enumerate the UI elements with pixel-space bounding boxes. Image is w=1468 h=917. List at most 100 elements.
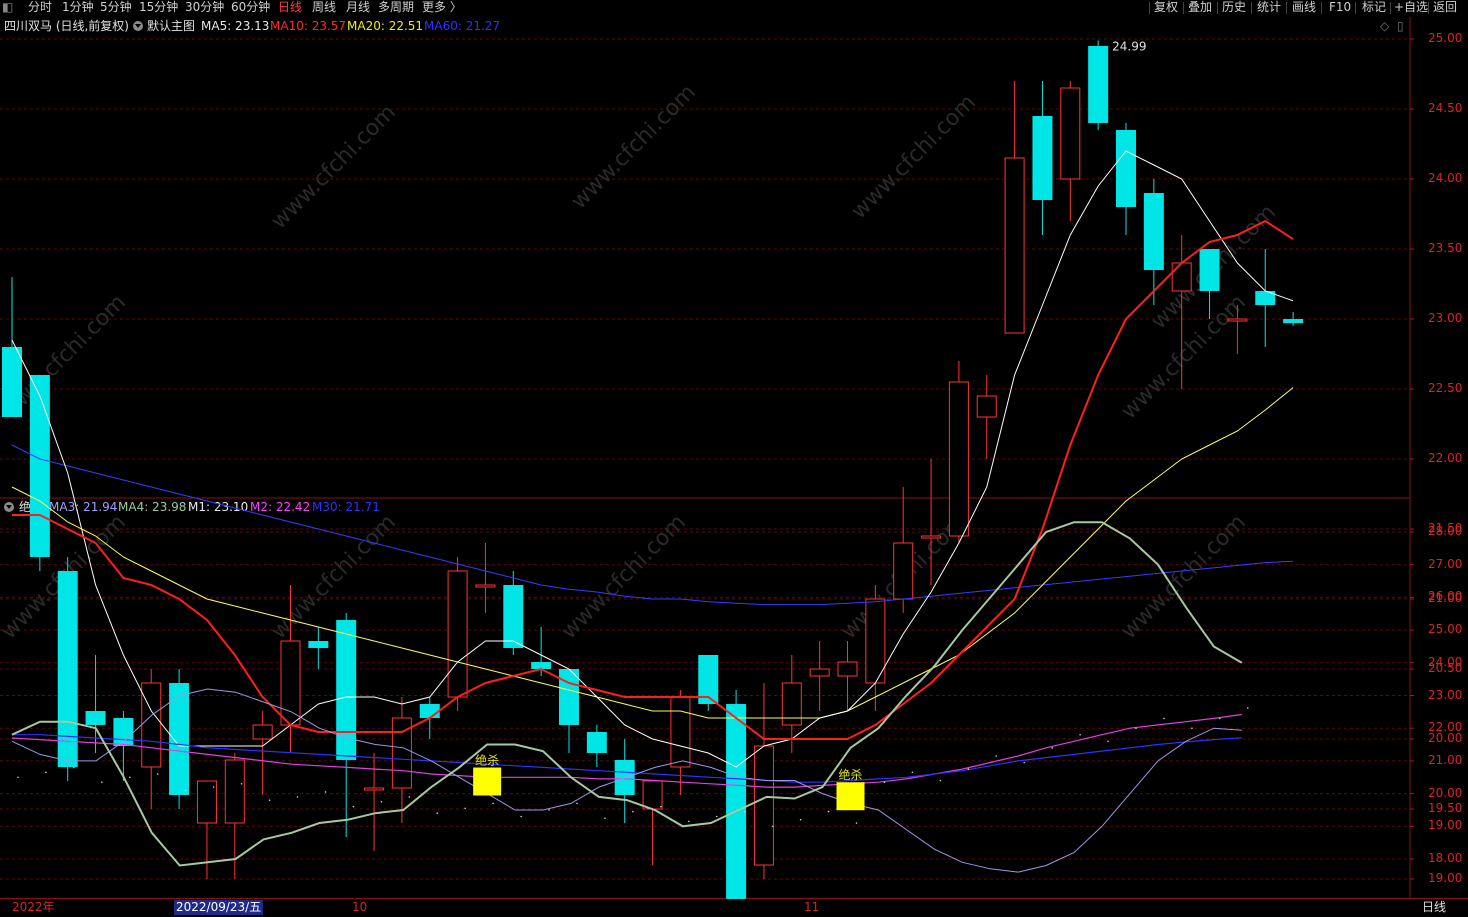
candle-body bbox=[141, 682, 162, 768]
candle-body bbox=[837, 661, 858, 677]
ind-m1-dot bbox=[715, 815, 718, 818]
watermark-text: www.cfchi.com bbox=[267, 510, 401, 644]
kill-signal-label: 绝杀 bbox=[475, 753, 499, 768]
tab-daily[interactable]: 日线 bbox=[278, 0, 302, 16]
high-price-label: 24.99 bbox=[1112, 39, 1146, 53]
price-tick-label: 22.50 bbox=[1428, 381, 1463, 395]
divider bbox=[1183, 2, 1184, 14]
tab-multi-period[interactable]: 多周期 bbox=[378, 0, 414, 16]
watermark-text: www.cfchi.com bbox=[1147, 200, 1281, 334]
indicator-tick-label: 19.00 bbox=[1428, 818, 1463, 833]
candle-body bbox=[1171, 262, 1192, 292]
tab-monthly[interactable]: 月线 bbox=[346, 0, 370, 16]
tab-weekly[interactable]: 周线 bbox=[312, 0, 336, 16]
indicator-tick-label: 27.00 bbox=[1428, 556, 1463, 571]
ind-m1-dot bbox=[1023, 761, 1025, 764]
template-name[interactable]: 默认主图 bbox=[147, 17, 195, 35]
ind-m1-dot bbox=[548, 809, 550, 811]
settings-diamond-icon[interactable]: ◇ bbox=[1380, 17, 1389, 35]
candle-body bbox=[1227, 318, 1248, 322]
ind-m1-dot bbox=[576, 802, 578, 805]
candle-body bbox=[29, 375, 50, 557]
price-tick-label: 19.00 bbox=[1428, 871, 1463, 885]
ind-ma4-value: MA4: 23.98 bbox=[118, 500, 187, 514]
watermark-text: www.cfchi.com bbox=[557, 510, 691, 644]
candle-body bbox=[809, 668, 830, 677]
price-tick-label: 22.00 bbox=[1428, 451, 1463, 465]
draw-line-button[interactable]: 画线 bbox=[1292, 0, 1316, 16]
main-legend: 四川双马 (日线,前复权) 默认主图 MA5: 23.13 MA10: 23.5… bbox=[0, 17, 1410, 35]
panel-toggle-icon[interactable]: ▯ bbox=[1397, 17, 1404, 35]
template-dropdown-icon[interactable] bbox=[133, 21, 143, 31]
stats-button[interactable]: 统计 bbox=[1257, 0, 1281, 16]
price-tick-label: 25.00 bbox=[1428, 31, 1463, 45]
candle-body bbox=[85, 711, 106, 725]
tab-15min[interactable]: 15分钟 bbox=[139, 0, 178, 16]
divider bbox=[1149, 2, 1150, 14]
price-tick-label: 24.50 bbox=[1428, 101, 1463, 115]
candle-body bbox=[1283, 319, 1304, 324]
watermark-text: www.cfchi.com bbox=[567, 80, 701, 214]
ma60-line bbox=[11, 444, 1294, 606]
ind-m2-value: M2: 22.42 bbox=[250, 500, 311, 514]
candle-body bbox=[1116, 130, 1136, 207]
f10-button[interactable]: F10 bbox=[1329, 0, 1351, 16]
ind-m1-dot bbox=[45, 771, 47, 774]
mark-button[interactable]: 标记 bbox=[1362, 0, 1386, 16]
indicator-tick-label: 18.00 bbox=[1428, 851, 1463, 865]
tab-5min[interactable]: 5分钟 bbox=[100, 0, 132, 16]
ind-m1-dot bbox=[967, 768, 970, 770]
ind-m1-dot bbox=[1107, 740, 1109, 743]
stock-title: 四川双马 (日线,前复权) bbox=[4, 19, 129, 33]
ind-m1-dot bbox=[408, 796, 411, 798]
ma60-value: MA60: 21.27 bbox=[424, 19, 501, 33]
watermark-text: www.cfchi.com bbox=[837, 510, 971, 644]
candle-body bbox=[391, 717, 412, 789]
price-tick-label: 23.00 bbox=[1428, 311, 1463, 325]
ind-m1-dot bbox=[1163, 717, 1165, 720]
add-watchlist-button[interactable]: +自选 bbox=[1394, 0, 1428, 16]
ind-m1-dot bbox=[352, 805, 355, 808]
ind-ma4-line bbox=[11, 688, 1242, 873]
ind-m1-dot bbox=[129, 776, 131, 779]
overlay-button[interactable]: 叠加 bbox=[1188, 0, 1212, 16]
tab-fenshi[interactable]: 分时 bbox=[28, 0, 52, 16]
tab-more[interactable]: 更多 〉 bbox=[422, 0, 462, 16]
indicator-tick-label: 23.00 bbox=[1428, 687, 1463, 702]
ind-m1-dot bbox=[464, 807, 467, 810]
kline-chart: www.cfchi.com www.cfchi.com www.cfchi.com w… bbox=[0, 17, 1468, 914]
panel-menu-icon[interactable]: ◧ bbox=[2, 0, 13, 16]
candle-body bbox=[921, 535, 942, 539]
tab-60min[interactable]: 60分钟 bbox=[231, 0, 270, 16]
ind-m1-dot bbox=[1247, 707, 1249, 709]
candle-body bbox=[503, 585, 524, 648]
candle-body bbox=[614, 760, 635, 795]
candle-body bbox=[1199, 249, 1220, 291]
history-button[interactable]: 历史 bbox=[1222, 0, 1246, 16]
candle-body bbox=[1143, 193, 1164, 270]
ind-m1-value: M1: 23.10 bbox=[188, 500, 249, 514]
candle-body bbox=[1060, 87, 1081, 180]
candle-body bbox=[280, 640, 301, 726]
kill-signal-box bbox=[473, 767, 502, 796]
ind-ma3-line bbox=[11, 521, 1243, 867]
tab-1min[interactable]: 1分钟 bbox=[62, 0, 94, 16]
price-tick-label: 19.50 bbox=[1428, 801, 1463, 815]
ind-m1-dot bbox=[771, 825, 774, 828]
kill-signal-box bbox=[836, 782, 865, 811]
back-button[interactable]: 返回 bbox=[1433, 0, 1457, 16]
year-label: 2022年 bbox=[12, 900, 55, 914]
tab-30min[interactable]: 30分钟 bbox=[185, 0, 224, 16]
ind-m1-dot bbox=[939, 779, 942, 782]
divider bbox=[1390, 2, 1391, 14]
ma5-value: MA5: 23.13 bbox=[201, 19, 270, 33]
divider bbox=[1428, 2, 1429, 14]
fuquan-button[interactable]: 复权 bbox=[1154, 0, 1178, 16]
indicator-legend: 绝杀 MA3: 21.94 MA4: 23.98 M1: 23.10 M2: 2… bbox=[0, 498, 1410, 516]
indicator-name[interactable]: 绝杀 bbox=[19, 498, 43, 516]
candle-body bbox=[447, 570, 468, 698]
ind-m1-dot bbox=[492, 802, 494, 805]
indicator-dropdown-icon[interactable] bbox=[4, 502, 14, 512]
period-label[interactable]: 日线 bbox=[1422, 899, 1446, 916]
candle-body bbox=[252, 724, 273, 740]
